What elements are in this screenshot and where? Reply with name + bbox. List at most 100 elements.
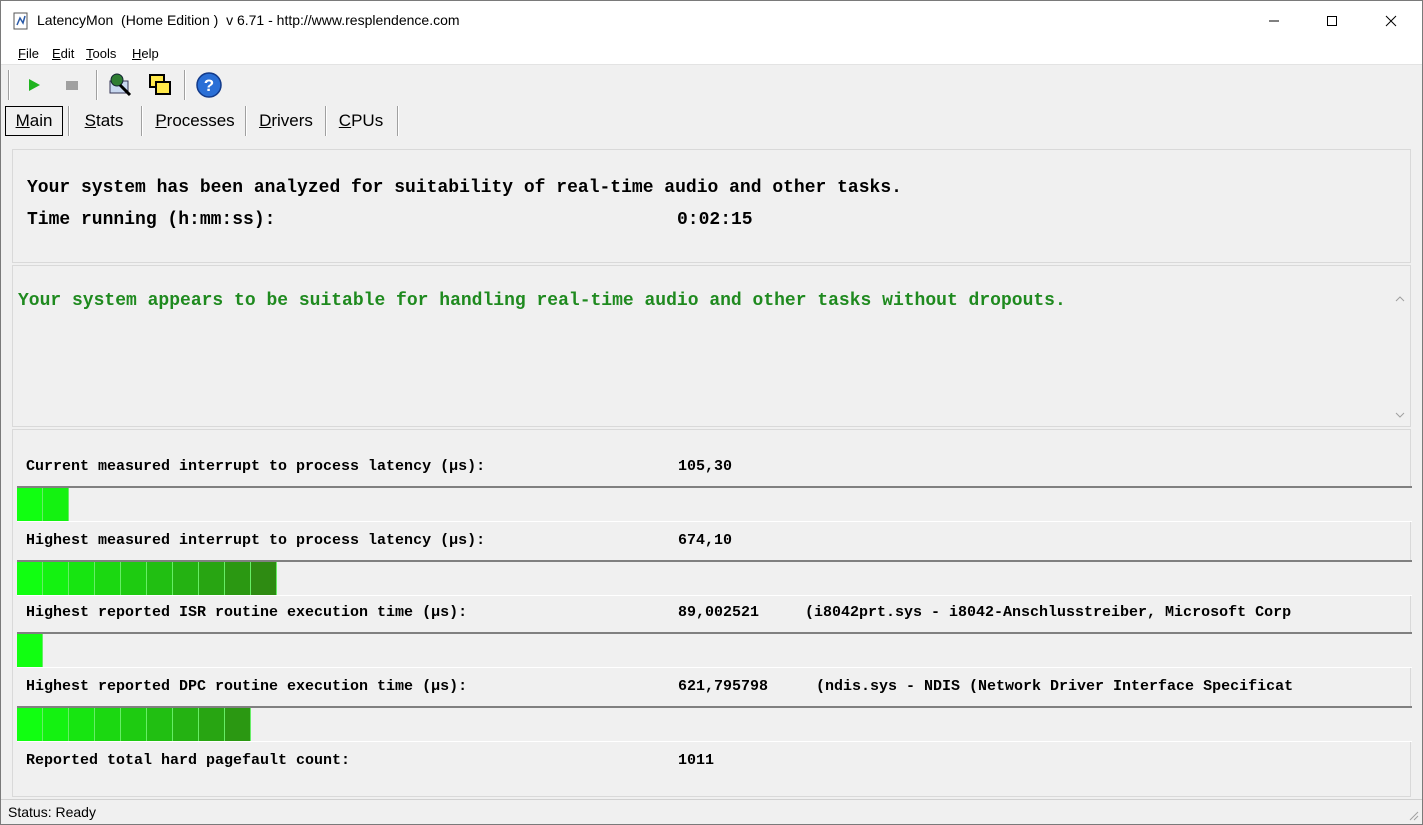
menu-bar: File Edit Tools Help (1, 41, 1422, 65)
latency-bar-segment (17, 634, 43, 667)
latency-bar-segment (225, 562, 251, 595)
verdict-panel[interactable]: Your system appears to be suitable for h… (12, 265, 1411, 427)
tab-drivers[interactable]: Drivers (251, 106, 321, 136)
help-icon: ? (196, 72, 222, 98)
latency-bar (17, 486, 1412, 522)
tab-stats[interactable]: Stats (74, 106, 134, 136)
status-text: Status: Ready (8, 804, 96, 820)
tab-stats-label: tats (95, 111, 124, 130)
menu-tools-label: ools (92, 46, 117, 61)
metric-value: 105,30 (678, 458, 733, 475)
metric-value: 621,795798 (678, 678, 769, 695)
latency-bar (17, 560, 1412, 596)
latency-bar (17, 632, 1412, 668)
driver-analysis-button[interactable] (105, 69, 135, 101)
latency-bar-fill (17, 562, 277, 595)
stop-icon (66, 81, 78, 90)
toolbar-separator-2 (184, 70, 186, 100)
tab-main-label: ain (29, 111, 53, 130)
chevron-up-icon (1395, 295, 1405, 301)
analysis-summary-panel: Your system has been analyzed for suitab… (12, 149, 1411, 263)
scroll-up-button[interactable] (1390, 291, 1410, 305)
minimize-button[interactable] (1245, 1, 1303, 41)
menu-file[interactable]: File (18, 46, 39, 61)
latency-bar-fill (17, 708, 251, 741)
menu-edit[interactable]: Edit (52, 46, 74, 61)
stop-monitor-button[interactable] (57, 69, 87, 101)
tab-drivers-accel: D (259, 111, 272, 130)
verdict-scrollbar[interactable] (1390, 286, 1410, 426)
time-running-value: 0:02:15 (677, 210, 753, 230)
latency-bar-segment (43, 708, 69, 741)
toolbar: ? (1, 66, 1422, 104)
tab-processes-label: rocesses (166, 111, 235, 130)
latency-bar-segment (147, 708, 173, 741)
latency-metrics-panel: Current measured interrupt to process la… (12, 429, 1412, 797)
metric-detail: (i8042prt.sys - i8042-Anschlusstreiber, … (805, 604, 1292, 621)
copy-windows-button[interactable] (145, 69, 175, 101)
tab-separator (397, 106, 399, 136)
close-icon (1385, 15, 1397, 27)
copy-windows-icon (149, 74, 171, 95)
tab-cpus-accel: C (338, 111, 352, 130)
latency-bar-segment (69, 562, 95, 595)
tab-drivers-label: rivers (271, 111, 313, 130)
latency-bar-segment (199, 708, 225, 741)
tab-separator (245, 106, 247, 136)
window-title: LatencyMon (Home Edition ) v 6.71 - http… (37, 12, 460, 28)
latency-bar-segment (173, 708, 199, 741)
latency-bar-fill (17, 634, 43, 667)
menu-help-accel: H (132, 46, 142, 61)
tab-processes[interactable]: Processes (147, 106, 243, 136)
tab-processes-accel: P (155, 111, 167, 130)
metric-label: Highest reported ISR routine execution t… (26, 604, 468, 621)
latency-bar-segment (173, 562, 199, 595)
latency-bar-segment (69, 708, 95, 741)
latency-bar-segment (17, 708, 43, 741)
latency-bar-segment (121, 562, 147, 595)
tab-bar: Main Stats Processes Drivers C PUs (1, 104, 1422, 138)
menu-edit-accel: E (52, 46, 61, 61)
metric-value: 89,002521 (678, 604, 760, 621)
latency-bar-segment (43, 488, 69, 521)
resize-grip-icon[interactable] (1407, 809, 1419, 821)
svg-text:?: ? (204, 76, 214, 95)
play-icon (29, 79, 40, 91)
tab-cpus-label: PUs (351, 111, 384, 130)
latency-bar-segment (95, 708, 121, 741)
tab-separator (141, 106, 143, 136)
metric-detail: (ndis.sys - NDIS (Network Driver Interfa… (816, 678, 1294, 695)
tab-stats-accel: S (84, 111, 96, 130)
latency-bar (17, 706, 1412, 742)
menu-edit-label: dit (60, 46, 75, 61)
metric-label: Highest measured interrupt to process la… (26, 532, 486, 549)
metric-label: Reported total hard pagefault count: (26, 752, 351, 769)
scroll-down-button[interactable] (1390, 408, 1410, 422)
tab-cpus[interactable]: C PUs (331, 106, 391, 136)
latency-bar-segment (199, 562, 225, 595)
metric-label: Highest reported DPC routine execution t… (26, 678, 468, 695)
latency-bar-segment (121, 708, 147, 741)
menu-tools[interactable]: Tools (86, 46, 116, 61)
driver-analysis-icon (109, 73, 132, 97)
latency-bar-segment (17, 562, 43, 595)
latency-bar-segment (251, 562, 277, 595)
title-bar[interactable]: LatencyMon (Home Edition ) v 6.71 - http… (1, 1, 1422, 41)
latency-bar-segment (43, 562, 69, 595)
latencymon-app-icon (13, 12, 29, 30)
menu-file-accel: F (18, 46, 26, 61)
close-button[interactable] (1362, 1, 1420, 41)
tab-main[interactable]: Main (5, 106, 63, 136)
chevron-down-icon (1395, 412, 1405, 418)
menu-help[interactable]: Help (132, 46, 159, 61)
app-window: LatencyMon (Home Edition ) v 6.71 - http… (0, 0, 1423, 825)
metric-value: 1011 (678, 752, 715, 769)
verdict-text: Your system appears to be suitable for h… (18, 291, 1066, 311)
tab-separator (68, 106, 70, 136)
menu-help-label: elp (141, 46, 159, 61)
help-button[interactable]: ? (194, 69, 224, 101)
maximize-icon (1327, 16, 1337, 26)
tab-main-accel: M (15, 111, 30, 130)
start-monitor-button[interactable] (19, 69, 49, 101)
maximize-button[interactable] (1303, 1, 1361, 41)
